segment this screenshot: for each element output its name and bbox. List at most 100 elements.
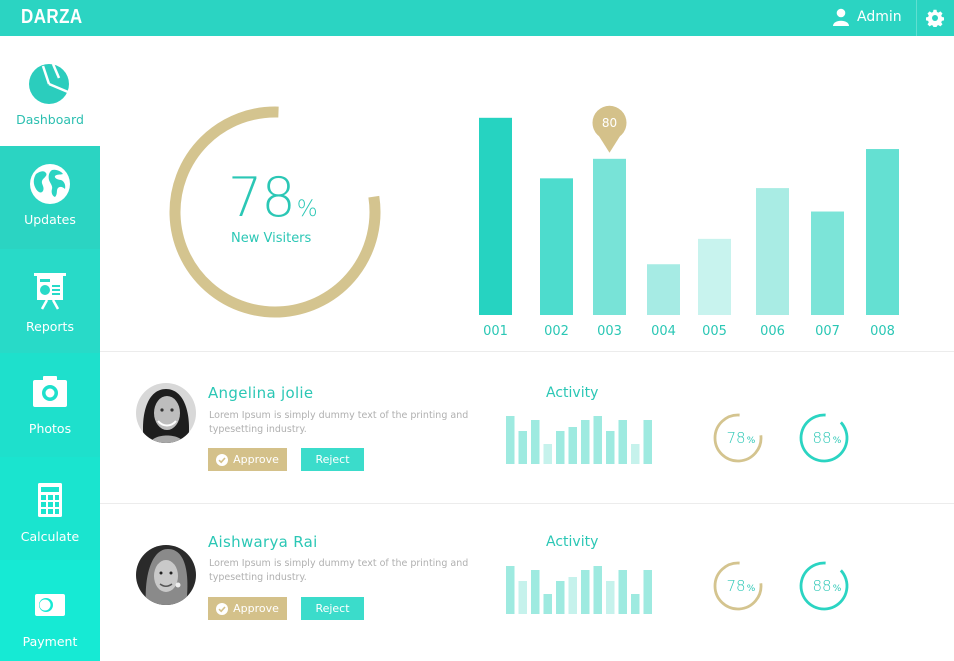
approve-button[interactable]: Approve (208, 597, 287, 620)
check-circle-icon (216, 453, 229, 466)
sidebar-item-label: Dashboard (16, 112, 84, 127)
reject-button[interactable]: Reject (301, 597, 364, 620)
activity-bar (593, 416, 602, 464)
x-tick-label: 008 (870, 324, 895, 339)
activity-chart (506, 566, 652, 614)
activity-bar (631, 444, 640, 464)
bar-008[interactable] (866, 149, 899, 315)
bar-002[interactable] (540, 178, 573, 315)
bar-007[interactable] (811, 211, 844, 315)
activity-bar (506, 416, 515, 464)
sidebar-item-updates[interactable]: Updates (0, 146, 100, 249)
avatar-image (136, 383, 196, 443)
x-tick-label: 003 (597, 324, 622, 339)
sidebar-item-payment[interactable]: Payment (0, 560, 100, 661)
avatar-image (136, 545, 196, 605)
ring-value: 88 (812, 429, 831, 447)
activity-bar (531, 420, 540, 464)
avatar (136, 545, 196, 605)
ring-symbol: % (747, 436, 756, 446)
sidebar-item-reports[interactable]: Reports (0, 249, 100, 353)
reject-button[interactable]: Reject (301, 448, 364, 471)
ring-symbol: % (833, 584, 842, 594)
card-toggle-icon (35, 594, 65, 616)
x-tick-label: 004 (651, 324, 676, 339)
bar-004[interactable] (647, 264, 680, 315)
user-icon (833, 8, 849, 26)
new-visitors-value: 78% (228, 166, 318, 229)
ring-value: 78 (726, 429, 745, 447)
approve-button[interactable]: Approve (208, 448, 287, 471)
brand-logo[interactable]: DARZA (21, 6, 83, 29)
progress-ring-78: 78% (713, 561, 763, 611)
approve-label: Approve (233, 453, 279, 466)
sidebar: Dashboard Updates Reports Photos Calcula… (0, 36, 100, 661)
ring-symbol: % (833, 436, 842, 446)
activity-bar (518, 431, 527, 464)
sidebar-item-label: Photos (28, 421, 72, 436)
activity-bar (543, 444, 552, 464)
progress-ring-78: 78% (713, 413, 763, 463)
value-marker: 80 (592, 105, 627, 153)
separator (916, 0, 917, 36)
activity-bar (581, 420, 590, 464)
x-tick-label: 006 (760, 324, 785, 339)
person-description: Lorem Ipsum is simply dummy text of the … (209, 410, 469, 435)
bar-005[interactable] (698, 238, 731, 315)
activity-chart (506, 416, 652, 464)
activity-bar (606, 431, 615, 464)
user-menu[interactable]: Admin (833, 8, 902, 26)
pie-chart-icon (29, 63, 69, 104)
progress-ring-88: 88% (799, 413, 849, 463)
activity-bar (543, 594, 552, 614)
activity-bar (518, 581, 527, 614)
sidebar-item-label: Reports (26, 319, 74, 334)
ring-value: 78 (726, 577, 745, 595)
activity-title: Activity (546, 534, 599, 550)
bar-003[interactable] (593, 158, 626, 315)
activity-bar (631, 594, 640, 614)
bar-chart: 001 002 003 80 004 005 006 007 008 (479, 105, 899, 339)
bar-001[interactable] (479, 117, 512, 315)
sidebar-item-dashboard[interactable]: Dashboard (0, 36, 100, 146)
avatar (136, 383, 196, 443)
sidebar-item-calculate[interactable]: Calculate (0, 457, 100, 560)
approve-label: Approve (233, 602, 279, 615)
progress-ring-88: 88% (799, 561, 849, 611)
ring-value: 88 (812, 577, 831, 595)
gear-icon[interactable] (926, 9, 944, 27)
activity-bar (568, 427, 577, 464)
new-visitors-label: New Visiters (231, 231, 312, 246)
x-tick-label: 007 (815, 324, 840, 339)
sidebar-item-label: Calculate (20, 529, 80, 544)
activity-bar (506, 566, 515, 614)
activity-bar (643, 570, 652, 614)
sidebar-item-photos[interactable]: Photos (0, 353, 100, 457)
activity-bar (618, 570, 627, 614)
value-number: 78 (228, 166, 296, 229)
activity-title: Activity (546, 385, 599, 401)
activity-bar (606, 581, 615, 614)
activity-bar (556, 431, 565, 464)
activity-bar (556, 581, 565, 614)
person-name[interactable]: Aishwarya Rai (208, 533, 318, 551)
calculator-icon (38, 483, 62, 517)
person-name[interactable]: Angelina jolie (208, 384, 313, 402)
user-name: Admin (857, 9, 902, 25)
ring-symbol: % (747, 584, 756, 594)
activity-bar (531, 570, 540, 614)
activity-bar (643, 420, 652, 464)
presentation-board-icon (34, 273, 66, 310)
camera-icon (33, 376, 67, 407)
person-row: Aishwarya Rai Lorem Ipsum is simply dumm… (100, 504, 954, 654)
activity-bar (593, 566, 602, 614)
activity-bar (568, 577, 577, 614)
sidebar-item-label: Updates (24, 212, 76, 227)
data-label: 80 (602, 116, 617, 130)
person-description: Lorem Ipsum is simply dummy text of the … (209, 558, 469, 583)
bar-006[interactable] (756, 188, 789, 315)
activity-bar (618, 420, 627, 464)
x-tick-label: 001 (483, 324, 508, 339)
globe-icon (30, 164, 70, 204)
top-bar: DARZA Admin (0, 0, 954, 36)
